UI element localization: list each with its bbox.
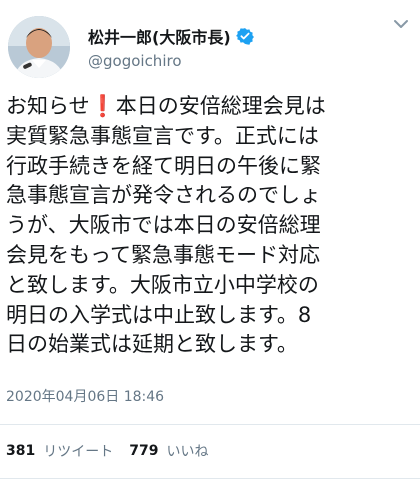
like-count[interactable]: 779	[129, 443, 158, 459]
divider	[0, 424, 420, 425]
verified-badge-icon	[235, 27, 254, 45]
tweet-line: 日の始業式は延期と致します。	[6, 332, 298, 357]
tweet-line: 急事態宣言が発令されるのでしょ	[6, 183, 321, 208]
tweet-text-segment: 本日の安倍総理会見は	[115, 94, 326, 118]
avatar[interactable]	[8, 16, 70, 78]
tweet-line: 実質緊急事態宣言です。正式には	[6, 123, 319, 148]
chevron-down-icon[interactable]	[392, 16, 410, 30]
display-name[interactable]: 松井一郎(大阪市長)	[88, 24, 231, 48]
like-label[interactable]: いいね	[166, 441, 208, 461]
retweet-label[interactable]: リツイート	[43, 441, 113, 461]
retweet-count[interactable]: 381	[6, 443, 35, 459]
avatar-photo	[8, 16, 70, 78]
tweet-header: 松井一郎(大阪市長) @gogoichiro	[8, 12, 412, 78]
name-row: 松井一郎(大阪市長)	[88, 24, 254, 48]
tweet-line: うが、大阪市では本日の安倍総理	[6, 213, 321, 238]
tweet-line: 行政手続きを経て明日の午後に緊	[6, 153, 321, 178]
tweet-line: 会見をもって緊急事態モード対応	[6, 242, 320, 267]
user-handle[interactable]: @gogoichiro	[88, 52, 182, 70]
tweet-timestamp[interactable]: 2020年04月06日 18:46	[6, 386, 164, 406]
exclamation-icon: ❗	[89, 94, 116, 118]
tweet-text: お知らせ❗本日の安倍総理会見は 実質緊急事態宣言です。正式には 行政手続きを経て…	[6, 92, 414, 360]
tweet-line: お知らせ❗本日の安倍総理会見は	[6, 92, 414, 122]
tweet-line: 明日の入学式は中止致します。8	[6, 302, 312, 327]
divider	[0, 478, 420, 479]
tweet-line: と致します。大阪市立小中学校の	[6, 272, 319, 297]
tweet-text-segment: お知らせ	[6, 94, 90, 118]
tweet-stats: 381 リツイート 779 いいね	[6, 441, 224, 461]
